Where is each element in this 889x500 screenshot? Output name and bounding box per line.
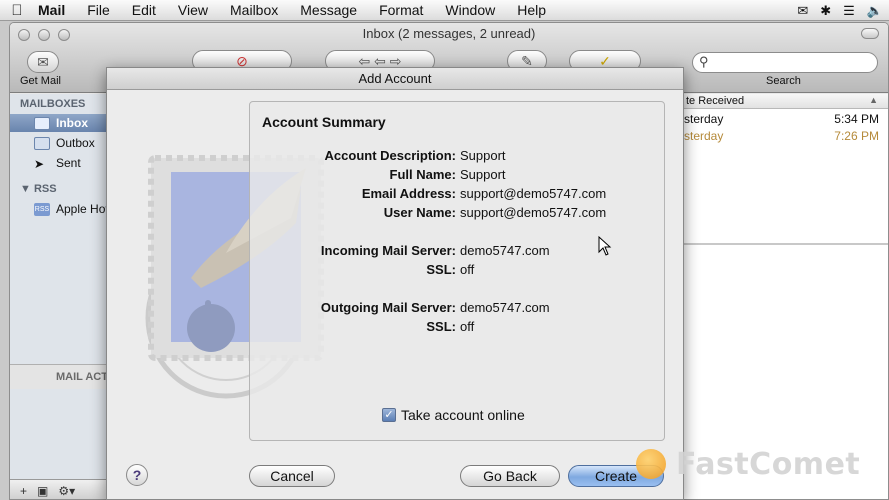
sidebar-item-label: Outbox <box>56 136 95 150</box>
menu-window[interactable]: Window <box>434 2 506 18</box>
search-icon: ⚲ <box>699 54 709 69</box>
checkmark-icon[interactable]: ✓ <box>382 408 396 422</box>
field-user-name: User Name: support@demo5747.com <box>250 205 666 223</box>
volume-icon[interactable]: 🔈 <box>867 3 883 19</box>
field-value: off <box>460 262 475 277</box>
field-label: SSL: <box>426 262 456 277</box>
envelope-icon: ✉ <box>37 53 49 70</box>
wifi-icon[interactable]: ☰ <box>843 3 855 19</box>
gear-icon[interactable]: ⚙▾ <box>58 484 75 498</box>
field-label: Email Address: <box>361 186 456 201</box>
message-time: 7:26 PM <box>834 129 879 143</box>
show-activity-icon[interactable]: ▣ <box>37 484 48 498</box>
menu-format[interactable]: Format <box>368 2 434 18</box>
fastcomet-watermark: FastComet <box>636 444 860 484</box>
mailboxes-heading: MAILBOXES <box>20 98 86 110</box>
get-mail-button[interactable]: ✉ <box>27 51 59 73</box>
window-title: Inbox (2 messages, 2 unread) <box>362 26 536 41</box>
field-label: User Name: <box>383 205 456 220</box>
inbox-icon <box>34 116 50 130</box>
menu-view[interactable]: View <box>167 2 219 18</box>
field-value: support@demo5747.com <box>460 186 607 201</box>
menu-help[interactable]: Help <box>506 2 557 18</box>
field-full-name: Full Name: Support <box>250 167 666 185</box>
rss-heading: ▼ RSS <box>20 183 57 195</box>
field-label: Full Name: <box>389 167 456 182</box>
search-input[interactable]: ⚲ <box>692 52 878 73</box>
sidebar-item-label: Apple Hot <box>56 202 109 216</box>
take-account-online-checkbox[interactable]: ✓ Take account online <box>382 407 525 423</box>
menu-app[interactable]: Mail <box>34 2 76 18</box>
sent-icon: ➤ <box>34 156 45 171</box>
field-value: off <box>460 319 475 334</box>
sidebar-item-sent[interactable]: ➤ Sent <box>10 154 115 172</box>
field-label: Account Description: <box>324 148 456 163</box>
message-time: 5:34 PM <box>834 112 879 126</box>
field-label: SSL: <box>426 319 456 334</box>
sidebar-item-label: Inbox <box>56 116 88 130</box>
date-received-column[interactable]: te Received <box>686 95 744 107</box>
sidebar-item-outbox[interactable]: Outbox <box>10 134 115 152</box>
mail-status-icon[interactable]: ✉ <box>797 3 808 19</box>
field-value: demo5747.com <box>460 300 550 315</box>
add-icon[interactable]: + <box>20 484 27 498</box>
sheet-title: Add Account <box>107 68 683 90</box>
outbox-icon <box>34 136 50 150</box>
fastcomet-logo-icon <box>636 449 666 479</box>
field-outgoing-ssl: SSL: off <box>250 319 666 337</box>
sidebar: MAILBOXES Inbox Outbox ➤ Sent ▼ RSS RSS … <box>10 94 115 499</box>
message-date: sterday <box>684 112 724 126</box>
menu-edit[interactable]: Edit <box>121 2 167 18</box>
add-account-sheet: Add Account Account Summary Account Desc… <box>106 67 684 500</box>
checkbox-label: Take account online <box>401 407 525 423</box>
menu-file[interactable]: File <box>76 2 121 18</box>
menu-message[interactable]: Message <box>289 2 368 18</box>
sidebar-item-label: Sent <box>56 156 81 170</box>
rss-heading-label: RSS <box>33 183 57 195</box>
sort-ascending-icon: ▲ <box>869 95 878 105</box>
sidebar-item-rss-feed[interactable]: RSS Apple Hot <box>10 200 115 218</box>
field-label: Outgoing Mail Server: <box>320 300 456 315</box>
help-button[interactable]: ? <box>126 464 148 486</box>
rss-icon: RSS <box>34 202 50 216</box>
field-value: Support <box>460 148 506 163</box>
watermark-text: FastComet <box>676 446 861 482</box>
sidebar-item-inbox[interactable]: Inbox <box>10 114 115 132</box>
message-date: sterday <box>684 129 724 143</box>
field-value: Support <box>460 167 506 182</box>
get-mail-label: Get Mail <box>20 75 61 87</box>
bluetooth-icon[interactable]: ✱ <box>820 3 831 19</box>
field-account-description: Account Description: Support <box>250 148 666 166</box>
field-value: support@demo5747.com <box>460 205 607 220</box>
toolbar-toggle-button[interactable] <box>861 28 879 39</box>
apple-menu-icon[interactable]:  <box>0 2 34 19</box>
account-summary-panel: Account Summary Account Description: Sup… <box>249 101 665 441</box>
menu-mailbox[interactable]: Mailbox <box>219 2 289 18</box>
search-label: Search <box>766 75 801 87</box>
menu-extras: ✉ ✱ ☰ 🔈 <box>797 0 883 21</box>
menu-bar:  Mail File Edit View Mailbox Message Fo… <box>0 0 889 21</box>
mouse-pointer-icon <box>598 236 612 256</box>
field-email-address: Email Address: support@demo5747.com <box>250 186 666 204</box>
field-outgoing-server: Outgoing Mail Server: demo5747.com <box>250 300 666 318</box>
field-label: Incoming Mail Server: <box>320 243 456 258</box>
cancel-button[interactable]: Cancel <box>249 465 335 487</box>
field-value: demo5747.com <box>460 243 550 258</box>
sidebar-bottom-bar: + ▣ ⚙▾ <box>10 479 115 499</box>
go-back-button[interactable]: Go Back <box>460 465 560 487</box>
mail-activity-heading: MAIL ACT <box>10 364 115 389</box>
summary-title: Account Summary <box>262 114 386 130</box>
field-incoming-ssl: SSL: off <box>250 262 666 280</box>
